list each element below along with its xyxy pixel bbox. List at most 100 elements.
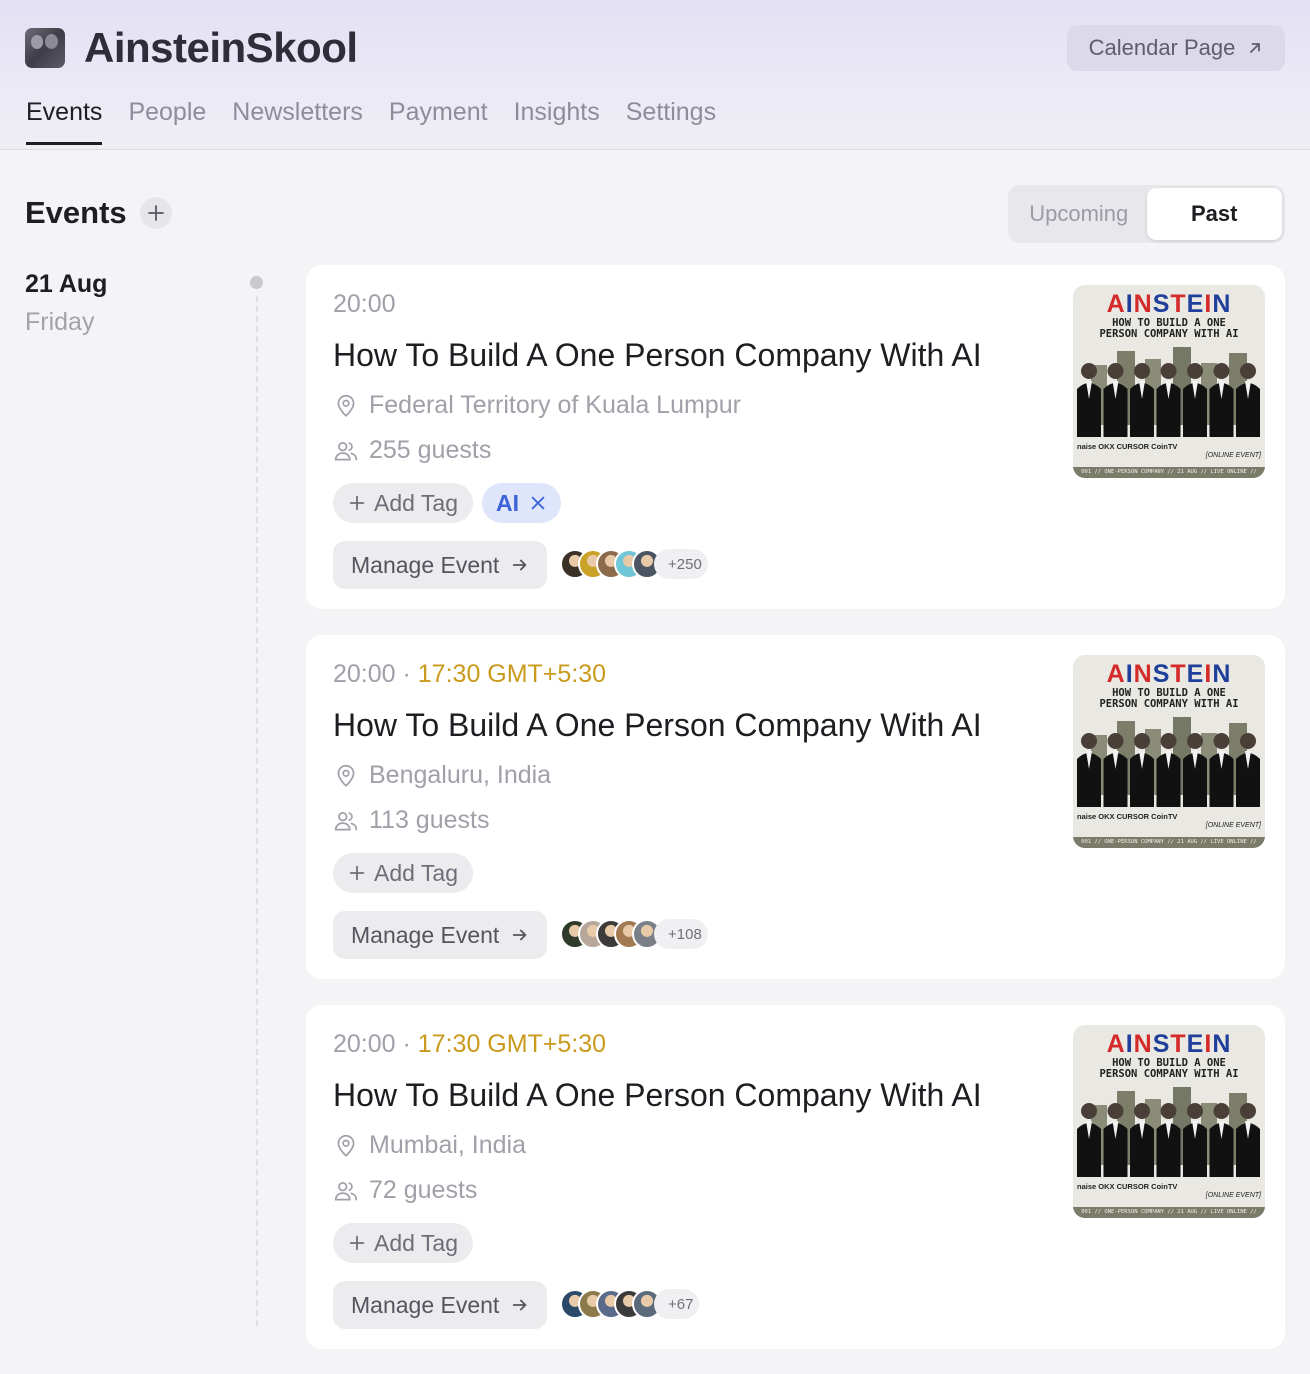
poster-online-label: [ONLINE EVENT] — [1205, 452, 1261, 459]
tag-chip[interactable]: AI — [481, 483, 561, 523]
close-icon[interactable] — [529, 494, 547, 512]
event-card[interactable]: 20:00 How To Build A One Person Company … — [306, 265, 1285, 609]
poster-brand-letter: E — [1186, 1030, 1205, 1058]
poster-sponsor-text: naise OKX CURSOR CoinTV — [1077, 1182, 1178, 1191]
poster-person — [1130, 733, 1154, 807]
extra-guests-count[interactable]: +250 — [654, 549, 708, 579]
event-local-time: 17:30 GMT+5:30 — [417, 660, 607, 688]
plus-icon — [349, 865, 365, 881]
poster-brand-letter: A — [1106, 1030, 1126, 1058]
event-location: Federal Territory of Kuala Lumpur — [333, 391, 741, 420]
poster-footer: 001 // ONE-PERSON COMPANY // 21 AUG // L… — [1073, 1207, 1265, 1218]
timeline-line — [256, 296, 258, 1326]
extra-guests-count[interactable]: +108 — [654, 919, 708, 949]
event-guests: 255 guests — [333, 436, 491, 465]
app-header: AinsteinSkool Calendar Page Events Peopl… — [0, 0, 1310, 150]
poster-subtitle: HOW TO BUILD A ONE PERSON COMPANY WITH AI — [1073, 688, 1265, 710]
poster-sponsors: naise OKX CURSOR CoinTV [ONLINE EVENT] — [1077, 442, 1261, 459]
event-title[interactable]: How To Build A One Person Company With A… — [333, 337, 982, 374]
poster-person — [1077, 363, 1101, 437]
guest-avatars[interactable]: +67 — [560, 1289, 700, 1319]
poster-person — [1103, 1103, 1128, 1177]
poster-person — [1183, 733, 1207, 807]
poster-online-label: [ONLINE EVENT] — [1205, 822, 1261, 829]
poster-person — [1236, 1103, 1260, 1177]
poster-person — [1209, 363, 1234, 437]
app-title: AinsteinSkool — [84, 24, 358, 71]
event-title[interactable]: How To Build A One Person Company With A… — [333, 1077, 982, 1114]
date-weekday: Friday — [25, 308, 95, 336]
map-pin-icon — [337, 394, 355, 417]
poster-sponsors: naise OKX CURSOR CoinTV [ONLINE EVENT] — [1077, 812, 1261, 829]
event-location-text: Mumbai, India — [369, 1131, 527, 1159]
manage-event-button[interactable]: Manage Event — [333, 541, 548, 589]
poster-brand-letter: I — [1125, 290, 1134, 318]
calendar-page-label: Calendar Page — [1088, 35, 1236, 60]
event-card[interactable]: 20:00 · 17:30 GMT+5:30 How To Build A On… — [306, 1005, 1285, 1349]
poster-footer: 001 // ONE-PERSON COMPANY // 21 AUG // L… — [1073, 467, 1265, 478]
tab-events[interactable]: Events — [26, 98, 103, 145]
tab-people[interactable]: People — [128, 98, 206, 145]
manage-event-button[interactable]: Manage Event — [333, 911, 548, 959]
event-cover-image[interactable]: AINSTEIN HOW TO BUILD A ONE PERSON COMPAN… — [1073, 1025, 1265, 1218]
event-time-primary: 20:00 — [333, 290, 396, 318]
event-guests-text: 113 guests — [369, 806, 490, 834]
event-title[interactable]: How To Build A One Person Company With A… — [333, 707, 982, 744]
users-icon — [334, 1181, 358, 1201]
poster-brand: AINSTEIN — [1073, 1030, 1265, 1059]
tab-payment[interactable]: Payment — [389, 98, 488, 145]
poster-subtitle: HOW TO BUILD A ONE PERSON COMPANY WITH AI — [1073, 1058, 1265, 1080]
poster-brand-letter: S — [1152, 1030, 1171, 1058]
add-tag-button[interactable]: Add Tag — [333, 1223, 473, 1263]
tab-settings[interactable]: Settings — [626, 98, 716, 145]
manage-event-button[interactable]: Manage Event — [333, 1281, 548, 1329]
tab-insights[interactable]: Insights — [514, 98, 600, 145]
map-pin-icon — [337, 764, 355, 787]
add-tag-button[interactable]: Add Tag — [333, 853, 473, 893]
arrow-right-icon — [513, 1299, 528, 1311]
event-card[interactable]: 20:00 · 17:30 GMT+5:30 How To Build A On… — [306, 635, 1285, 979]
plus-icon — [349, 1235, 365, 1251]
poster-brand-letter: N — [1133, 660, 1153, 688]
add-tag-button[interactable]: Add Tag — [333, 483, 473, 523]
add-tag-label: Add Tag — [374, 1229, 458, 1256]
time-filter-segmented-control: Upcoming Past — [1008, 185, 1285, 243]
poster-brand-letter: A — [1106, 660, 1126, 688]
tab-newsletters[interactable]: Newsletters — [232, 98, 363, 145]
poster-person — [1156, 733, 1181, 807]
poster-sponsor-text: naise OKX CURSOR CoinTV — [1077, 812, 1178, 821]
poster-person — [1156, 363, 1181, 437]
poster-brand-letter: T — [1170, 290, 1187, 318]
timeline-dot — [250, 276, 263, 289]
event-location: Bengaluru, India — [333, 761, 551, 790]
poster-person — [1209, 733, 1234, 807]
poster-brand: AINSTEIN — [1073, 660, 1265, 689]
guest-avatars[interactable]: +250 — [560, 549, 708, 579]
poster-brand-letter: N — [1212, 660, 1232, 688]
event-location: Mumbai, India — [333, 1131, 526, 1160]
poster-brand-letter: N — [1212, 290, 1232, 318]
poster-footer: 001 // ONE-PERSON COMPANY // 21 AUG // L… — [1073, 837, 1265, 848]
filter-past[interactable]: Past — [1146, 188, 1282, 240]
event-guests: 72 guests — [333, 1176, 477, 1205]
extra-guests-count[interactable]: +67 — [654, 1289, 700, 1319]
poster-brand-letter: S — [1152, 290, 1171, 318]
poster-person — [1236, 363, 1260, 437]
poster-person — [1077, 1103, 1101, 1177]
calendar-page-button[interactable]: Calendar Page — [1067, 25, 1285, 71]
arrow-right-icon — [513, 929, 528, 941]
manage-event-label: Manage Event — [351, 1291, 500, 1318]
poster-brand-letter: N — [1212, 1030, 1232, 1058]
main-nav: Events People Newsletters Payment Insigh… — [26, 98, 716, 145]
poster-person — [1183, 363, 1207, 437]
app-logo[interactable] — [25, 28, 65, 68]
guest-avatars[interactable]: +108 — [560, 919, 708, 949]
poster-person — [1130, 1103, 1154, 1177]
event-cover-image[interactable]: AINSTEIN HOW TO BUILD A ONE PERSON COMPAN… — [1073, 655, 1265, 848]
event-time: 20:00 · 17:30 GMT+5:30 — [333, 660, 606, 689]
poster-sponsors: naise OKX CURSOR CoinTV [ONLINE EVENT] — [1077, 1182, 1261, 1199]
poster-brand-letter: T — [1170, 660, 1187, 688]
add-event-button[interactable] — [140, 197, 172, 229]
filter-upcoming[interactable]: Upcoming — [1011, 188, 1147, 240]
event-cover-image[interactable]: AINSTEIN HOW TO BUILD A ONE PERSON COMPAN… — [1073, 285, 1265, 478]
